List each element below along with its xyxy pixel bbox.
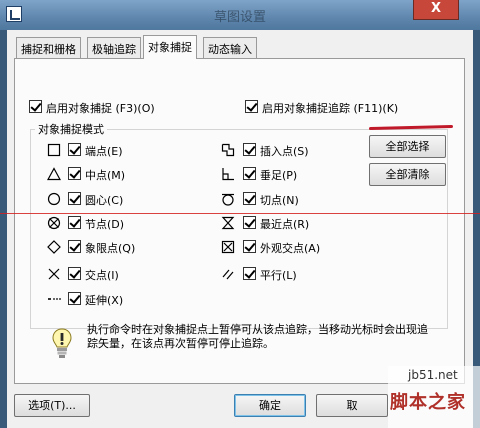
intersection-x-icon (48, 268, 60, 280)
insertion-checkbox[interactable] (243, 143, 256, 156)
insertion-label: 插入点(S) (260, 145, 309, 158)
window-title: 草图设置 (213, 10, 266, 25)
midpoint-label: 中点(M) (85, 169, 126, 182)
center-circle-icon (47, 192, 61, 206)
tab-dynamic-input[interactable]: 动态输入 (203, 37, 257, 58)
tangent-checkbox[interactable] (243, 192, 256, 205)
annotation-red-line (0, 213, 480, 214)
tab-object-snap[interactable]: 对象捕捉 (143, 35, 197, 59)
extension-checkbox[interactable] (68, 292, 81, 305)
close-button[interactable]: X (413, 0, 459, 20)
extension-dots-icon (48, 298, 61, 300)
parallel-icon (222, 269, 234, 280)
endpoint-checkbox[interactable] (68, 143, 81, 156)
quadrant-label: 象限点(Q) (85, 242, 136, 255)
clear-all-button[interactable]: 全部清除 (369, 163, 446, 186)
ok-button[interactable]: 确定 (234, 394, 306, 417)
apparent-intersection-checkbox[interactable] (243, 240, 256, 253)
node-label: 节点(D) (85, 218, 125, 231)
hint-text: 执行命令时在对象捕捉点上暂停可从该点追踪，当移动光标时会出现追踪矢量，在该点再次… (87, 323, 428, 350)
perpendicular-label: 垂足(P) (260, 169, 298, 182)
select-all-button[interactable]: 全部选择 (369, 135, 446, 158)
intersection-label: 交点(I) (85, 269, 119, 282)
snap-modes-title: 对象捕捉模式 (35, 121, 107, 137)
enable-tracking-checkbox[interactable] (245, 100, 258, 113)
nearest-hourglass-icon (221, 216, 235, 230)
insertion-icon (221, 143, 235, 157)
node-icon (47, 216, 61, 230)
endpoint-label: 端点(E) (85, 145, 123, 158)
nearest-checkbox[interactable] (243, 216, 256, 229)
watermark: jb51.net 脚本之家 (388, 366, 480, 428)
center-checkbox[interactable] (68, 192, 81, 205)
midpoint-checkbox[interactable] (68, 167, 81, 180)
enable-tracking-label: 启用对象捕捉追踪 (F11)(K) (262, 102, 399, 115)
cancel-button[interactable]: 取 (316, 394, 388, 417)
tab-snap-grid[interactable]: 捕捉和栅格 (16, 37, 81, 58)
midpoint-triangle-icon (47, 167, 61, 181)
extension-label: 延伸(X) (85, 294, 124, 307)
center-label: 圆心(C) (85, 194, 124, 207)
apparent-intersection-icon (221, 240, 235, 254)
tangent-label: 切点(N) (260, 194, 299, 207)
perpendicular-checkbox[interactable] (243, 167, 256, 180)
object-snap-panel: 启用对象捕捉 (F3)(O) 启用对象捕捉追踪 (F11)(K) 对象捕捉模式 … (14, 58, 465, 384)
quadrant-diamond-icon (47, 240, 61, 254)
perpendicular-icon (222, 168, 234, 181)
title-bar[interactable]: 草图设置 X (0, 0, 480, 30)
node-checkbox[interactable] (68, 216, 81, 229)
apparent-intersection-label: 外观交点(A) (260, 242, 321, 255)
intersection-checkbox[interactable] (68, 267, 81, 280)
parallel-label: 平行(L) (260, 269, 297, 282)
lightbulb-icon (52, 328, 72, 358)
nearest-label: 最近点(R) (260, 218, 310, 231)
watermark-name: 脚本之家 (390, 392, 466, 413)
watermark-url: jb51.net (408, 368, 458, 382)
enable-osnap-label: 启用对象捕捉 (F3)(O) (46, 102, 155, 115)
enable-osnap-checkbox[interactable] (29, 100, 42, 113)
parallel-checkbox[interactable] (243, 267, 256, 280)
tangent-icon (222, 193, 234, 206)
tab-polar-tracking[interactable]: 极轴追踪 (87, 37, 141, 58)
endpoint-square-icon (47, 143, 61, 157)
quadrant-checkbox[interactable] (68, 240, 81, 253)
options-button[interactable]: 选项(T)... (14, 394, 90, 417)
